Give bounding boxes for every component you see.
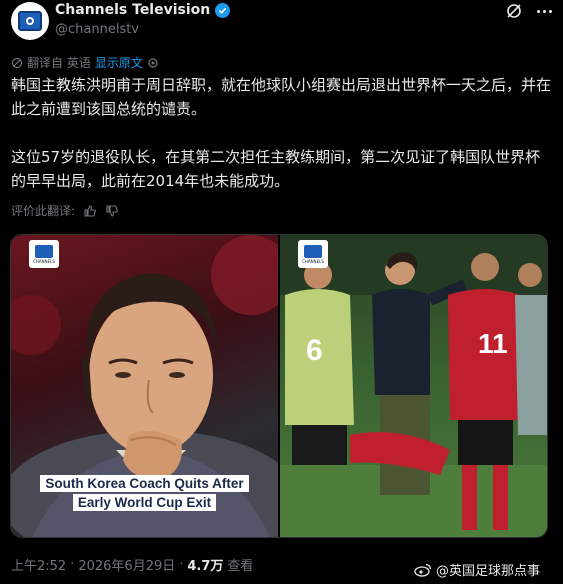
views-label: 查看	[227, 559, 254, 574]
weibo-watermark: @英国足球那点事	[414, 560, 540, 579]
match-photo[interactable]: 6 11 CHANNELS	[280, 235, 547, 537]
thumbs-up-icon[interactable]	[83, 204, 97, 218]
post-header: Channels Television @channelstv	[9, 0, 554, 46]
account-name-row[interactable]: Channels Television	[55, 2, 231, 18]
translate-icon	[11, 57, 23, 68]
post-meta: 上午2:52 · 2026年6月29日 · 4.7万 查看	[11, 555, 253, 574]
post-text: 韩国主教练洪明甫于周日辞职，就在他球队小组赛出局退出世界杯一天之后，并在此之前遭…	[11, 73, 551, 217]
jersey-number: 11	[478, 328, 508, 359]
meta-separator: ·	[70, 557, 75, 572]
post-media[interactable]: CHANNELS South Korea Coach Quits After E…	[10, 234, 548, 538]
settings-gear-icon[interactable]	[147, 57, 159, 69]
more-options-icon[interactable]	[533, 2, 555, 20]
rate-translation-label: 评价此翻译:	[11, 204, 76, 218]
account-handle[interactable]: @channelstv	[55, 22, 139, 37]
weibo-logo-icon	[414, 563, 432, 577]
thumbs-down-icon[interactable]	[105, 204, 119, 218]
watermark-text: @英国足球那点事	[436, 564, 541, 579]
headline-caption: South Korea Coach Quits After Early Worl…	[11, 475, 278, 511]
account-name[interactable]: Channels Television	[55, 2, 210, 18]
avatar[interactable]	[11, 2, 49, 40]
match-scene-illustration: 6 11	[280, 235, 547, 537]
post-time[interactable]: 上午2:52	[11, 555, 66, 574]
post-paragraph: 这位57岁的退役队长，在其第二次担任主教练期间，第二次见证了韩国队世界杯的早早出…	[11, 148, 541, 190]
headline-line-1: South Korea Coach Quits After	[40, 475, 249, 492]
coach-photo[interactable]: CHANNELS South Korea Coach Quits After E…	[11, 235, 278, 537]
meta-separator: ·	[179, 557, 184, 572]
translated-from-label: 翻译自 英语	[27, 56, 91, 70]
grok-icon[interactable]	[505, 2, 523, 20]
rate-translation: 评价此翻译:	[11, 202, 119, 219]
verified-badge-icon	[215, 2, 231, 18]
channels-watermark-logo: CHANNELS	[29, 240, 59, 268]
show-original-link[interactable]: 显示原文	[95, 54, 143, 71]
channels-watermark-logo: CHANNELS	[298, 240, 328, 268]
channels-logo-icon	[18, 11, 42, 31]
bib-number: 6	[306, 334, 323, 367]
translation-info: 翻译自 英语 显示原文	[11, 54, 159, 71]
post-date[interactable]: 2026年6月29日	[78, 555, 175, 574]
post-paragraph: 韩国主教练洪明甫于周日辞职，就在他球队小组赛出局退出世界杯一天之后，并在此之前遭…	[11, 76, 552, 118]
headline-line-2: Early World Cup Exit	[72, 494, 217, 511]
views-count: 4.7万	[187, 559, 224, 574]
